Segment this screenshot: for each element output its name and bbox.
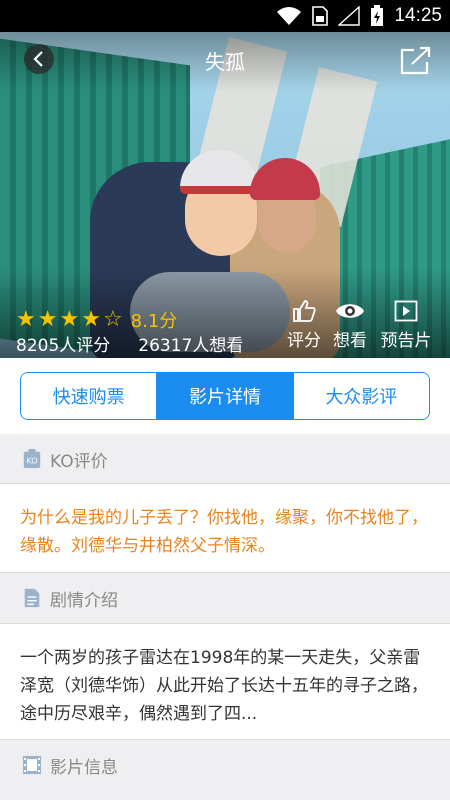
svg-text:KO: KO	[26, 456, 37, 466]
want-label: 想看	[333, 331, 367, 351]
trailer-button[interactable]: 预告片	[376, 300, 436, 351]
play-video-icon	[394, 300, 418, 322]
wifi-icon	[277, 7, 302, 25]
tab-quick-ticket[interactable]: 快速购票	[21, 373, 157, 419]
movie-info-header: 影片信息	[0, 740, 450, 790]
share-button[interactable]	[400, 45, 432, 75]
star-filled-icon: ★	[16, 307, 36, 332]
rating-score: 8.1分	[130, 311, 178, 332]
want-count: 26317人想看	[138, 336, 244, 356]
rate-label: 评分	[287, 331, 321, 351]
tab-public-reviews[interactable]: 大众影评	[292, 373, 429, 419]
want-to-see-button[interactable]: 想看	[320, 300, 380, 351]
rating-count: 8205人评分	[16, 336, 111, 356]
tab-bar: 快速购票 影片详情 大众影评	[0, 358, 450, 434]
ko-review-header: KO KO评价	[0, 434, 450, 484]
signal-icon	[338, 6, 361, 26]
ko-review-title: KO评价	[50, 451, 108, 472]
plot-text: 一个两岁的孩子雷达在1998年的某一天走失，父亲雷泽宽（刘德华饰）从此开始了长达…	[0, 624, 450, 739]
trailer-label: 预告片	[380, 331, 432, 351]
status-bar: 14:25	[0, 0, 450, 32]
film-strip-icon	[23, 756, 41, 774]
star-filled-icon: ★	[81, 307, 101, 332]
star-rating: ★ ★ ★ ★ ☆ 8.1分	[16, 307, 177, 333]
star-filled-icon: ★	[37, 307, 58, 332]
star-filled-icon: ★	[59, 307, 80, 332]
movie-info-title: 影片信息	[50, 757, 118, 778]
status-time: 14:25	[394, 5, 442, 26]
eye-icon	[336, 304, 364, 318]
share-icon	[400, 46, 431, 75]
star-empty-icon: ☆	[102, 307, 123, 332]
plot-title: 剧情介绍	[50, 590, 118, 611]
battery-charging-icon	[371, 5, 384, 26]
page-title: 失孤	[205, 50, 245, 74]
document-icon	[24, 588, 40, 608]
sim-card-icon	[312, 6, 329, 26]
thumbs-up-icon	[293, 300, 316, 322]
tab-movie-details[interactable]: 影片详情	[156, 373, 293, 419]
plot-header: 剧情介绍	[0, 573, 450, 623]
ko-review-text: 为什么是我的儿子丢了？你找他，缘聚，你不找他了，缘散。刘德华与井柏然父子情深。	[0, 484, 450, 572]
ko-badge-icon: KO	[23, 449, 41, 469]
